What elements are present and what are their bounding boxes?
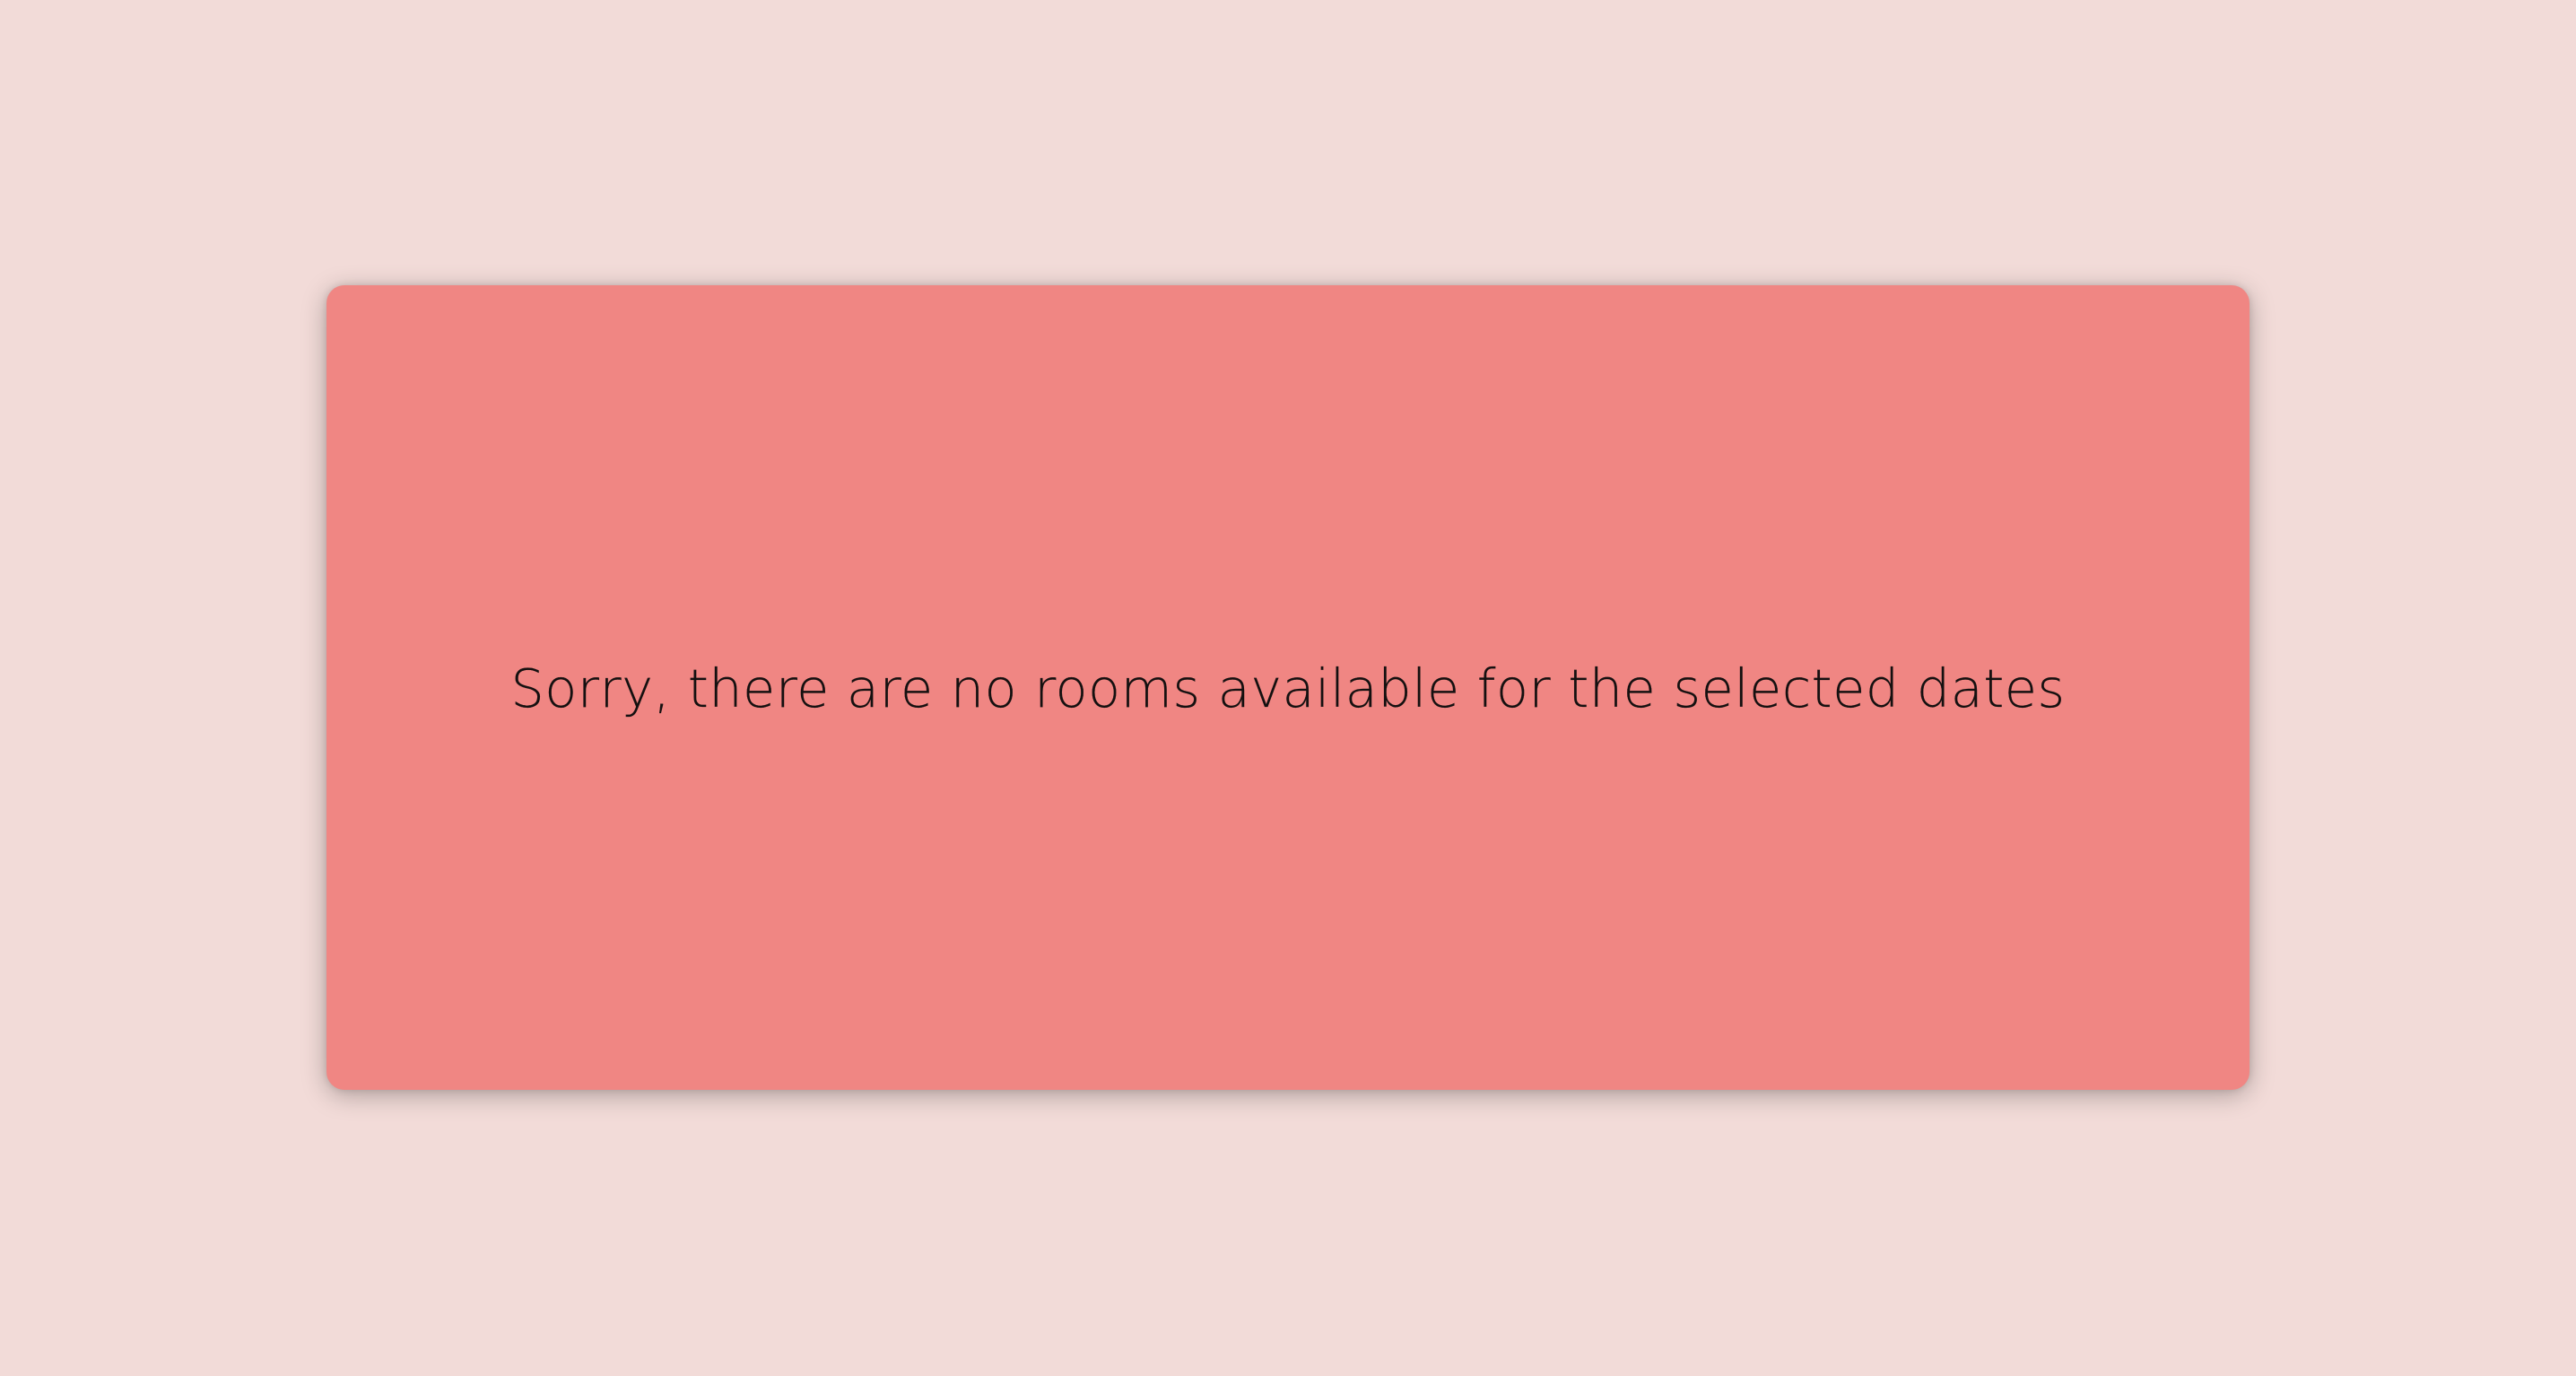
no-availability-message: Sorry, there are no rooms available for … [510, 658, 2066, 720]
no-availability-card: Sorry, there are no rooms available for … [326, 285, 2250, 1090]
page: Sorry, there are no rooms available for … [0, 0, 2576, 1376]
